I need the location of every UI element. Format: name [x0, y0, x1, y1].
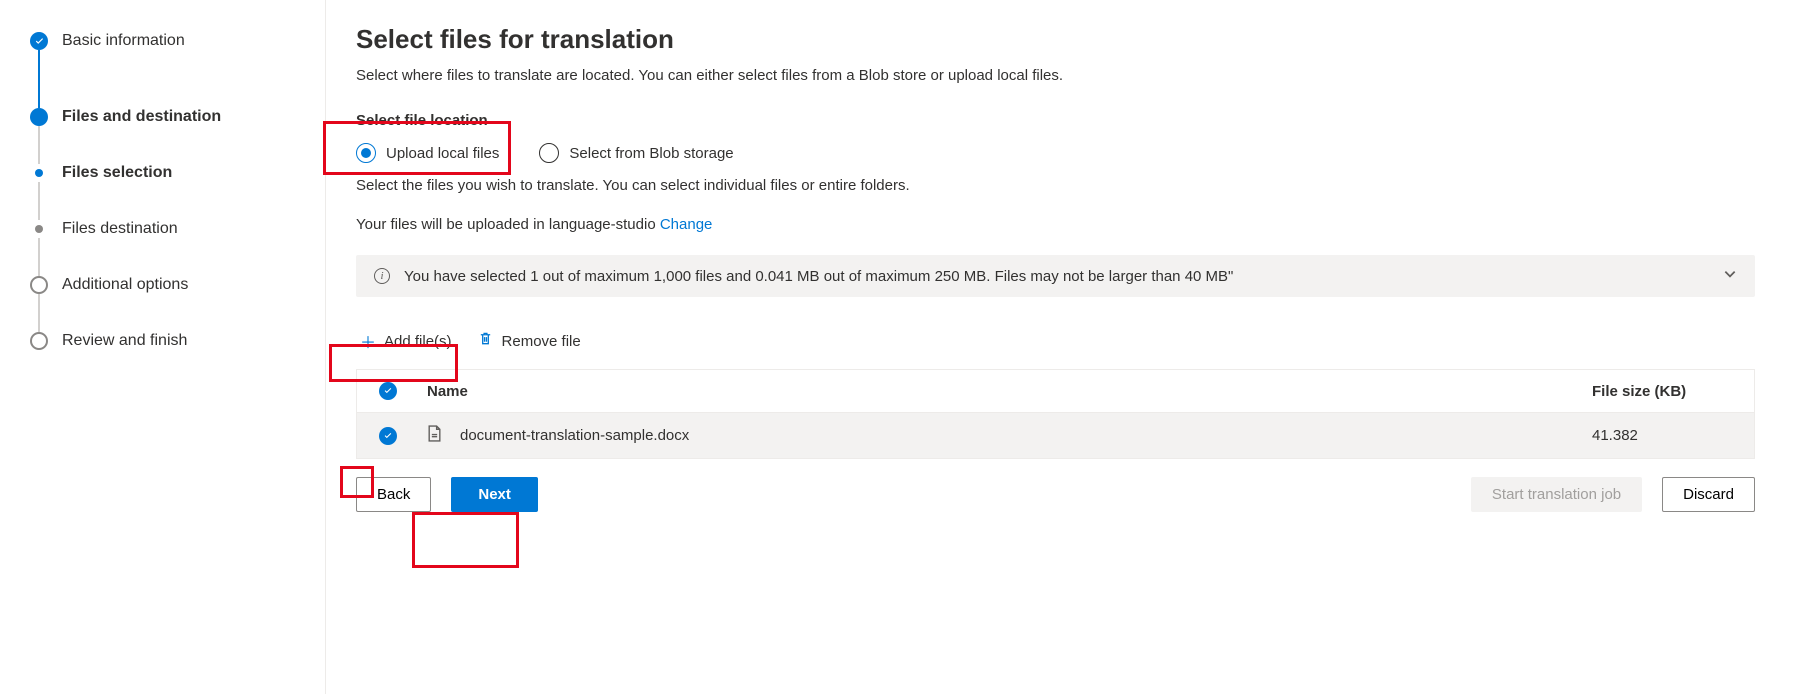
column-header-size[interactable]: File size (KB) — [1592, 383, 1732, 400]
step-files-selection[interactable]: Files selection — [30, 164, 325, 182]
circle-icon — [30, 276, 48, 294]
radio-label: Select from Blob storage — [569, 145, 733, 162]
files-table: Name File size (KB) document-translation… — [356, 369, 1755, 459]
file-location-label: Select file location — [356, 112, 1755, 129]
file-size: 41.382 — [1592, 427, 1732, 444]
change-destination-link[interactable]: Change — [660, 216, 713, 233]
page-description: Select where files to translate are loca… — [356, 67, 1755, 84]
chevron-down-icon — [1723, 267, 1737, 285]
start-translation-job-button: Start translation job — [1471, 477, 1642, 512]
active-dot-icon — [30, 108, 48, 126]
step-additional-options[interactable]: Additional options — [30, 276, 325, 294]
upload-destination-text: Your files will be uploaded in language-… — [356, 216, 1755, 233]
step-review-and-finish[interactable]: Review and finish — [30, 332, 325, 350]
file-select-subdescription: Select the files you wish to translate. … — [356, 177, 1755, 194]
trash-icon — [478, 331, 494, 351]
check-circle-icon — [379, 382, 397, 400]
radio-upload-local[interactable]: Upload local files — [356, 143, 499, 163]
step-connector — [38, 238, 40, 276]
document-icon — [427, 425, 442, 446]
step-label: Additional options — [62, 276, 188, 294]
step-connector — [38, 50, 40, 108]
remove-file-button[interactable]: Remove file — [474, 325, 585, 357]
radio-label: Upload local files — [386, 145, 499, 162]
column-header-name[interactable]: Name — [427, 383, 1566, 400]
banner-text: You have selected 1 out of maximum 1,000… — [404, 268, 1233, 285]
select-all-checkbox[interactable] — [379, 382, 401, 400]
back-button[interactable]: Back — [356, 477, 431, 512]
file-location-radio-group: Upload local files Select from Blob stor… — [356, 143, 1755, 163]
plus-icon: ＋ — [360, 329, 376, 353]
wizard-footer: Back Next Start translation job Discard — [356, 459, 1755, 512]
file-toolbar: ＋ Add file(s) Remove file — [356, 323, 1755, 359]
table-header: Name File size (KB) — [357, 370, 1754, 413]
button-label: Add file(s) — [384, 333, 452, 350]
add-files-button[interactable]: ＋ Add file(s) — [356, 323, 456, 359]
wizard-stepper: Basic information Files and destination … — [0, 0, 325, 694]
radio-icon — [356, 143, 376, 163]
step-label: Files and destination — [62, 108, 221, 126]
check-circle-icon — [30, 32, 48, 50]
step-files-destination[interactable]: Files destination — [30, 220, 325, 238]
button-label: Remove file — [502, 333, 581, 350]
main-panel: Select files for translation Select wher… — [325, 0, 1795, 694]
page-title: Select files for translation — [356, 24, 1755, 55]
step-files-and-destination[interactable]: Files and destination — [30, 108, 325, 126]
circle-icon — [30, 332, 48, 350]
sub-dot-icon — [35, 225, 43, 233]
step-label: Review and finish — [62, 332, 187, 350]
step-label: Files destination — [62, 220, 178, 238]
annotation-highlight — [412, 512, 519, 568]
info-icon: i — [374, 268, 390, 284]
step-connector — [38, 126, 40, 164]
radio-icon — [539, 143, 559, 163]
radio-blob-storage[interactable]: Select from Blob storage — [539, 143, 733, 163]
step-connector — [38, 294, 40, 332]
step-label: Basic information — [62, 32, 185, 50]
step-connector — [38, 182, 40, 220]
step-basic-information[interactable]: Basic information — [30, 32, 325, 50]
next-button[interactable]: Next — [451, 477, 538, 512]
discard-button[interactable]: Discard — [1662, 477, 1755, 512]
sub-dot-icon — [35, 169, 43, 177]
row-checkbox[interactable] — [379, 427, 401, 445]
file-selection-info-banner[interactable]: i You have selected 1 out of maximum 1,0… — [356, 255, 1755, 297]
check-circle-icon — [379, 427, 397, 445]
file-name: document-translation-sample.docx — [460, 427, 689, 444]
table-row[interactable]: document-translation-sample.docx 41.382 — [357, 413, 1754, 458]
step-label: Files selection — [62, 164, 172, 182]
